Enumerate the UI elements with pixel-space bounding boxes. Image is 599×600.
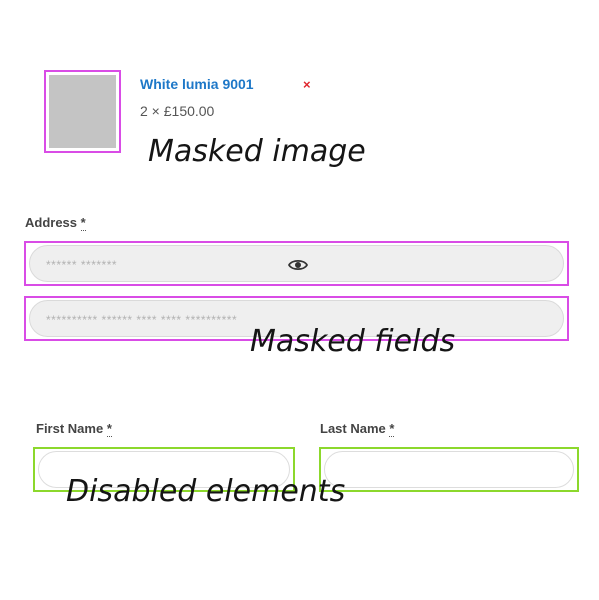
masked-image-outline bbox=[44, 70, 121, 153]
address-label-text: Address bbox=[25, 215, 78, 230]
annotation-disabled-elements: Disabled elements bbox=[66, 474, 346, 509]
first-name-label: First Name * bbox=[36, 421, 112, 437]
last-name-input bbox=[324, 451, 574, 488]
remove-item-button[interactable]: × bbox=[303, 77, 311, 92]
annotation-masked-fields: Masked fields bbox=[250, 324, 456, 359]
required-marker: * bbox=[389, 421, 395, 437]
address-line1-input[interactable]: ****** ******* bbox=[29, 245, 564, 282]
address-line1-placeholder: ****** ******* bbox=[46, 258, 118, 272]
required-marker: * bbox=[80, 215, 86, 231]
required-marker: * bbox=[106, 421, 112, 437]
address-line2-placeholder: ********** ****** **** **** ********** bbox=[46, 313, 238, 327]
annotation-masked-image: Masked image bbox=[148, 134, 366, 169]
product-thumbnail bbox=[49, 75, 116, 148]
product-name-link[interactable]: White lumia 9001 bbox=[140, 76, 254, 92]
last-name-label-text: Last Name bbox=[320, 421, 386, 436]
masked-field-outline: ****** ******* bbox=[24, 241, 569, 286]
product-quantity-price: 2 × £150.00 bbox=[140, 103, 215, 119]
address-label: Address * bbox=[25, 215, 86, 231]
first-name-label-text: First Name bbox=[36, 421, 104, 436]
disabled-element-outline bbox=[319, 447, 579, 492]
eye-icon[interactable] bbox=[287, 256, 309, 274]
last-name-label: Last Name * bbox=[320, 421, 395, 437]
